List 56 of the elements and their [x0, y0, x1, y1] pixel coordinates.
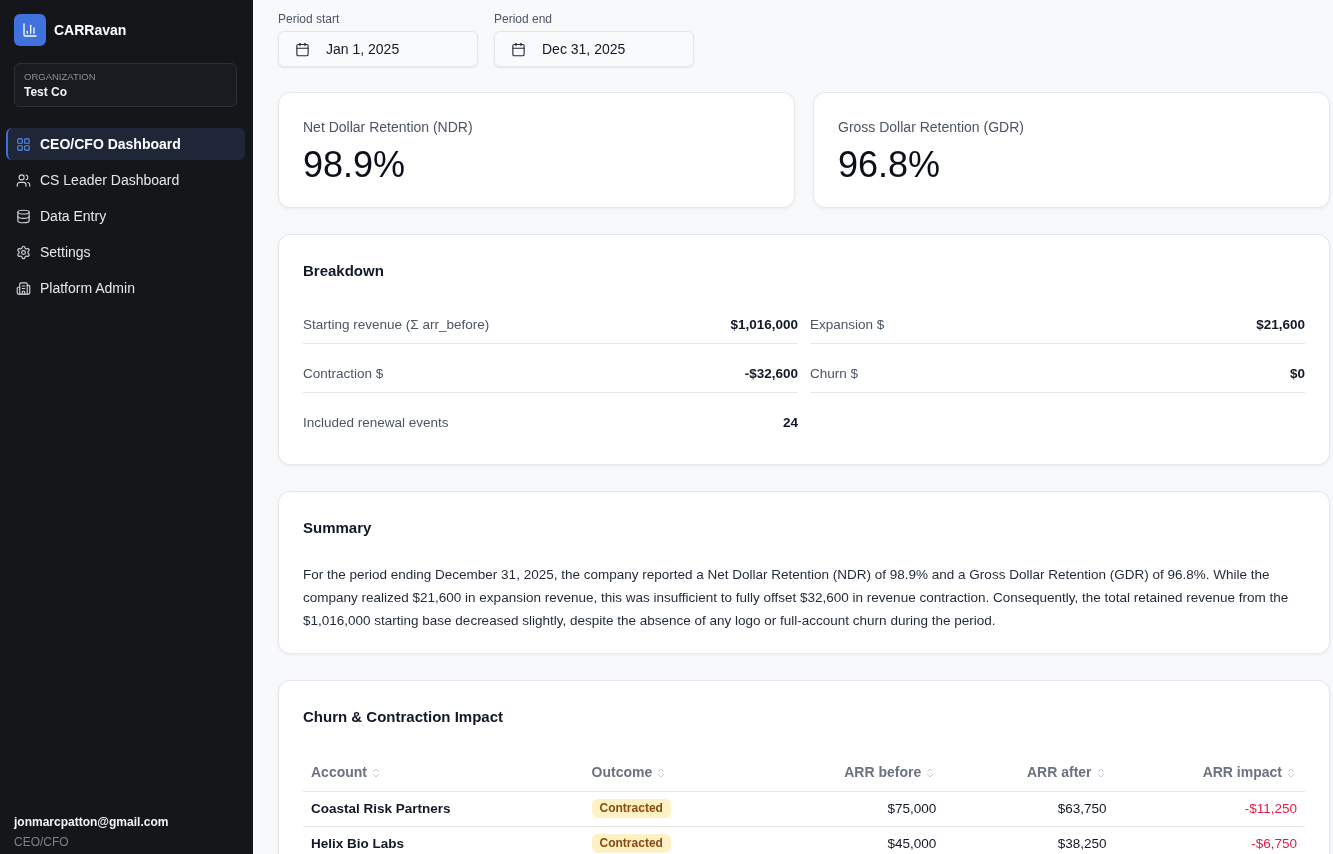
table-cell: $45,000 — [753, 826, 945, 854]
table-cell: $75,000 — [753, 791, 945, 826]
stat-label: Included renewal events — [303, 414, 449, 432]
table-cell: $38,250 — [944, 826, 1115, 854]
stat-value: 24 — [782, 414, 798, 432]
settings-icon — [16, 244, 31, 260]
field-label: Period start — [278, 11, 341, 27]
stat-label: Contraction $ — [303, 365, 384, 383]
stat-label: Churn $ — [810, 365, 859, 383]
summary-text: For the period ending December 31, 2025, the company reported a Net Dollar Retention (NDR) of 98.9% and a Gross Dollar Retention (GDR) of 96.8%. While the company realized $21,600 in expansion revenue, this was insufficient to fully offset $32,600 in revenue contraction. Consequently, the total retained revenue from the $1,016,000 starting base decreased slightly, despite the absence of any logo or full-account churn during the period. — [303, 566, 1290, 630]
sort-icon — [1285, 767, 1297, 780]
database-icon — [16, 208, 31, 224]
stat-value: -$32,600 — [744, 365, 798, 383]
nav-item[interactable]: CEO/CFO Dashboard — [6, 128, 245, 160]
calendar-icon — [511, 41, 526, 57]
status-badge: Contracted — [591, 834, 671, 854]
user-role: CEO/CFO — [14, 835, 70, 849]
stat-value: $0 — [1289, 365, 1305, 383]
stat-label: Expansion $ — [810, 316, 885, 334]
nav-item[interactable]: CS Leader Dashboard — [6, 164, 245, 196]
sort-icon — [370, 767, 382, 780]
table-cell: -$6,750 — [1114, 826, 1305, 854]
grid-icon — [16, 136, 31, 152]
building-icon — [16, 280, 31, 296]
nav-item[interactable]: Settings — [6, 236, 245, 268]
nav-item[interactable]: Data Entry — [6, 200, 245, 232]
user-email: jonmarcpatton@gmail.com — [14, 815, 170, 829]
stat-value: $21,600 — [1256, 316, 1305, 334]
field-label: Period end — [494, 11, 554, 27]
account-name: Helix Bio Labs — [303, 826, 584, 854]
account-name: Coastal Risk Partners — [303, 791, 584, 826]
organization-selector[interactable]: ORGANIZATION Test Co — [14, 63, 237, 107]
metric-label: Net Dollar Retention (NDR) — [303, 119, 474, 135]
sort-header[interactable]: Account — [303, 753, 584, 791]
stat-label: Starting revenue (Σ arr_before) — [303, 316, 490, 334]
sort-header[interactable]: ARR after — [944, 753, 1115, 791]
nav-item[interactable]: Platform Admin — [6, 272, 245, 304]
table-cell: $63,750 — [944, 791, 1115, 826]
sort-header[interactable]: ARR before — [753, 753, 945, 791]
sort-header[interactable]: ARR impact — [1114, 753, 1305, 791]
date-picker[interactable]: Dec 31, 2025 — [494, 31, 694, 67]
card-title: Breakdown — [303, 261, 385, 281]
stat-value: $1,016,000 — [730, 316, 798, 334]
metric-label: Gross Dollar Retention (GDR) — [838, 119, 1025, 135]
sort-header[interactable]: Outcome — [583, 753, 754, 791]
bar-chart-icon — [14, 14, 46, 46]
brand-name: CARRavan — [54, 22, 127, 38]
date-picker[interactable]: Jan 1, 2025 — [278, 31, 478, 67]
card-title: Churn & Contraction Impact — [303, 707, 504, 727]
status-badge: Contracted — [591, 799, 671, 819]
metric-value: 96.8% — [838, 143, 942, 187]
calendar-icon — [295, 41, 310, 57]
users-icon — [16, 172, 31, 188]
metric-value: 98.9% — [303, 143, 407, 187]
table-cell: -$11,250 — [1114, 791, 1305, 826]
card-title: Summary — [303, 518, 373, 538]
